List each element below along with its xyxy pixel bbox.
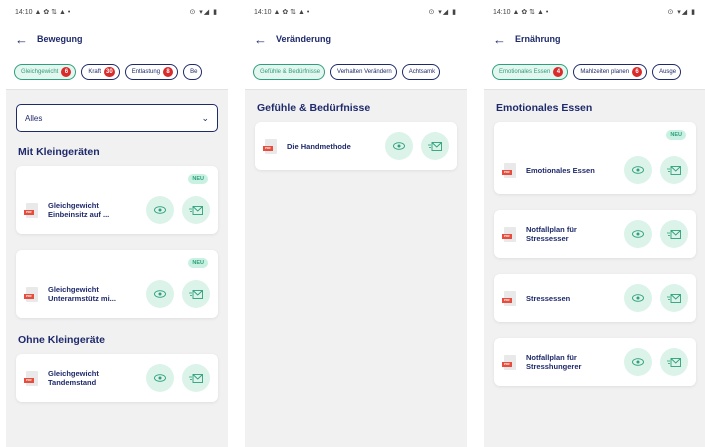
card-title: Gleichgewicht Unterarmstütz mi... [48,285,116,303]
section-title: Mit Kleingeräten [18,146,100,158]
section-title: Gefühle & Bedürfnisse [257,102,371,114]
screenshot-stage: 14:10 ▲ ✿ ⇅ ▲ • ⊙ ▾◢ ▮ ← Bewegung Gleich… [0,0,705,447]
eye-icon[interactable] [624,220,652,248]
eye-icon[interactable] [146,196,174,224]
chip-gleichgewicht[interactable]: Gleichgewicht 6 [14,63,77,80]
section-title: Ohne Kleingeräte [18,334,105,346]
card-title: Notfallplan für Stressesser [526,225,577,243]
chip-count-badge: 6 [61,66,72,77]
exercise-card[interactable]: PDF Gleichgewicht Tandemstand [16,354,218,402]
chip-count-badge: 8 [163,66,174,77]
content-list: Alles ⌄ Mit Kleingeräten NEU PDF Gleichg… [6,104,228,402]
phone-screen-veraenderung: 14:10 ▲ ✿ ⇅ ▲ • ⊙ ▾◢ ▮ ← Veränderung Gef… [245,0,467,447]
eye-icon[interactable] [385,132,413,160]
exercise-card[interactable]: PDF Notfallplan für Stresshungerer [494,338,696,386]
pdf-file-icon: PDF [502,354,516,370]
card-title: Stressessen [526,293,571,303]
card-title: Gleichgewicht Tandemstand [48,369,99,387]
eye-icon[interactable] [624,348,652,376]
page-title: Veränderung [276,34,332,44]
card-title: Gleichgewicht Einbeinsitz auf ... [48,201,110,219]
status-bar: 14:10 ▲ ✿ ⇅ ▲ • ⊙ ▾◢ ▮ [484,0,705,24]
card-title: Emotionales Essen [526,165,595,175]
status-time: 14:10 [493,9,511,16]
page-title: Bewegung [37,34,83,44]
exercise-card[interactable]: PDF Die Handmethode [255,122,457,170]
status-bar: 14:10 ▲ ✿ ⇅ ▲ • ⊙ ▾◢ ▮ [6,0,228,24]
filter-dropdown[interactable]: Alles ⌄ [16,104,218,132]
status-right-icons: ⊙ ▾◢ ▮ [667,9,696,16]
pdf-file-icon: PDF [24,202,38,218]
status-time: 14:10 [254,9,272,16]
app-bar: ← Veränderung [245,24,467,54]
pdf-file-icon: PDF [24,370,38,386]
card-title: Die Handmethode [287,141,351,151]
chip-count-badge: 4 [553,66,564,77]
phone-screen-bewegung: 14:10 ▲ ✿ ⇅ ▲ • ⊙ ▾◢ ▮ ← Bewegung Gleich… [6,0,228,447]
chevron-down-icon: ⌄ [201,112,209,123]
dropdown-value: Alles [25,113,43,123]
pdf-file-icon: PDF [263,138,277,154]
chip-ausgewogen[interactable]: Ausge [652,63,682,80]
chip-be[interactable]: Be [183,63,203,80]
card-title: Notfallplan für Stresshungerer [526,353,582,371]
chip-count-badge: 30 [104,66,115,77]
app-bar: ← Ernährung [484,24,705,54]
eye-icon[interactable] [146,280,174,308]
eye-icon[interactable] [624,156,652,184]
status-right-icons: ⊙ ▾◢ ▮ [428,9,457,16]
send-mail-icon[interactable] [182,364,210,392]
send-mail-icon[interactable] [182,196,210,224]
chip-mahlzeiten-planen[interactable]: Mahlzeiten planen 6 [573,63,648,80]
eye-icon[interactable] [624,284,652,312]
category-chip-bar[interactable]: Emotionales Essen 4 Mahlzeiten planen 6 Au… [484,54,705,90]
chip-gefuehle-beduerfnisse[interactable]: Gefühle & Bedürfnisse [253,63,326,80]
status-left-icons: ▲ ✿ ⇅ ▲ • [34,9,71,16]
new-badge: NEU [188,258,208,268]
arrow-left-icon[interactable]: ← [254,33,272,46]
exercise-card[interactable]: NEU PDF Emotionales Essen [494,122,696,194]
exercise-card[interactable]: PDF Stressessen [494,274,696,322]
status-left-icons: ▲ ✿ ⇅ ▲ • [273,9,310,16]
new-badge: NEU [188,174,208,184]
status-left-icons: ▲ ✿ ⇅ ▲ • [512,9,549,16]
chip-emotionales-essen[interactable]: Emotionales Essen 4 [492,63,569,80]
app-bar: ← Bewegung [6,24,228,54]
send-mail-icon[interactable] [182,280,210,308]
new-badge: NEU [666,130,686,140]
exercise-card[interactable]: PDF Notfallplan für Stressesser [494,210,696,258]
page-title: Ernährung [515,34,561,44]
exercise-card[interactable]: NEU PDF Gleichgewicht Unterarmstütz mi..… [16,250,218,318]
category-chip-bar[interactable]: Gleichgewicht 6 Kraft 30 Entlastung 8 Be [6,54,228,90]
status-time: 14:10 [15,9,33,16]
section-title: Emotionales Essen [496,102,593,114]
category-chip-bar[interactable]: Gefühle & Bedürfnisse Verhalten Veränder… [245,54,467,90]
chip-entlastung[interactable]: Entlastung 8 [124,63,179,80]
eye-icon[interactable] [146,364,174,392]
chip-count-badge: 6 [632,66,643,77]
pdf-file-icon: PDF [502,226,516,242]
chip-achtsamkeit[interactable]: Achtsamk [401,63,441,80]
exercise-card[interactable]: NEU PDF Gleichgewicht Einbeinsitz auf ..… [16,166,218,234]
pdf-file-icon: PDF [24,286,38,302]
status-bar: 14:10 ▲ ✿ ⇅ ▲ • ⊙ ▾◢ ▮ [245,0,467,24]
status-right-icons: ⊙ ▾◢ ▮ [189,9,218,16]
phone-screen-ernaehrung: 14:10 ▲ ✿ ⇅ ▲ • ⊙ ▾◢ ▮ ← Ernährung Emoti… [484,0,705,447]
content-list: Emotionales Essen NEU PDF Emotionales Es… [484,102,705,386]
arrow-left-icon[interactable]: ← [493,33,511,46]
chip-verhalten-veraendern[interactable]: Verhalten Verändern [330,63,397,80]
send-mail-icon[interactable] [421,132,449,160]
send-mail-icon[interactable] [660,348,688,376]
send-mail-icon[interactable] [660,156,688,184]
send-mail-icon[interactable] [660,220,688,248]
content-list: Gefühle & Bedürfnisse PDF Die Handmethod… [245,102,467,170]
pdf-file-icon: PDF [502,162,516,178]
send-mail-icon[interactable] [660,284,688,312]
chip-kraft[interactable]: Kraft 30 [81,63,120,80]
pdf-file-icon: PDF [502,290,516,306]
arrow-left-icon[interactable]: ← [15,33,33,46]
